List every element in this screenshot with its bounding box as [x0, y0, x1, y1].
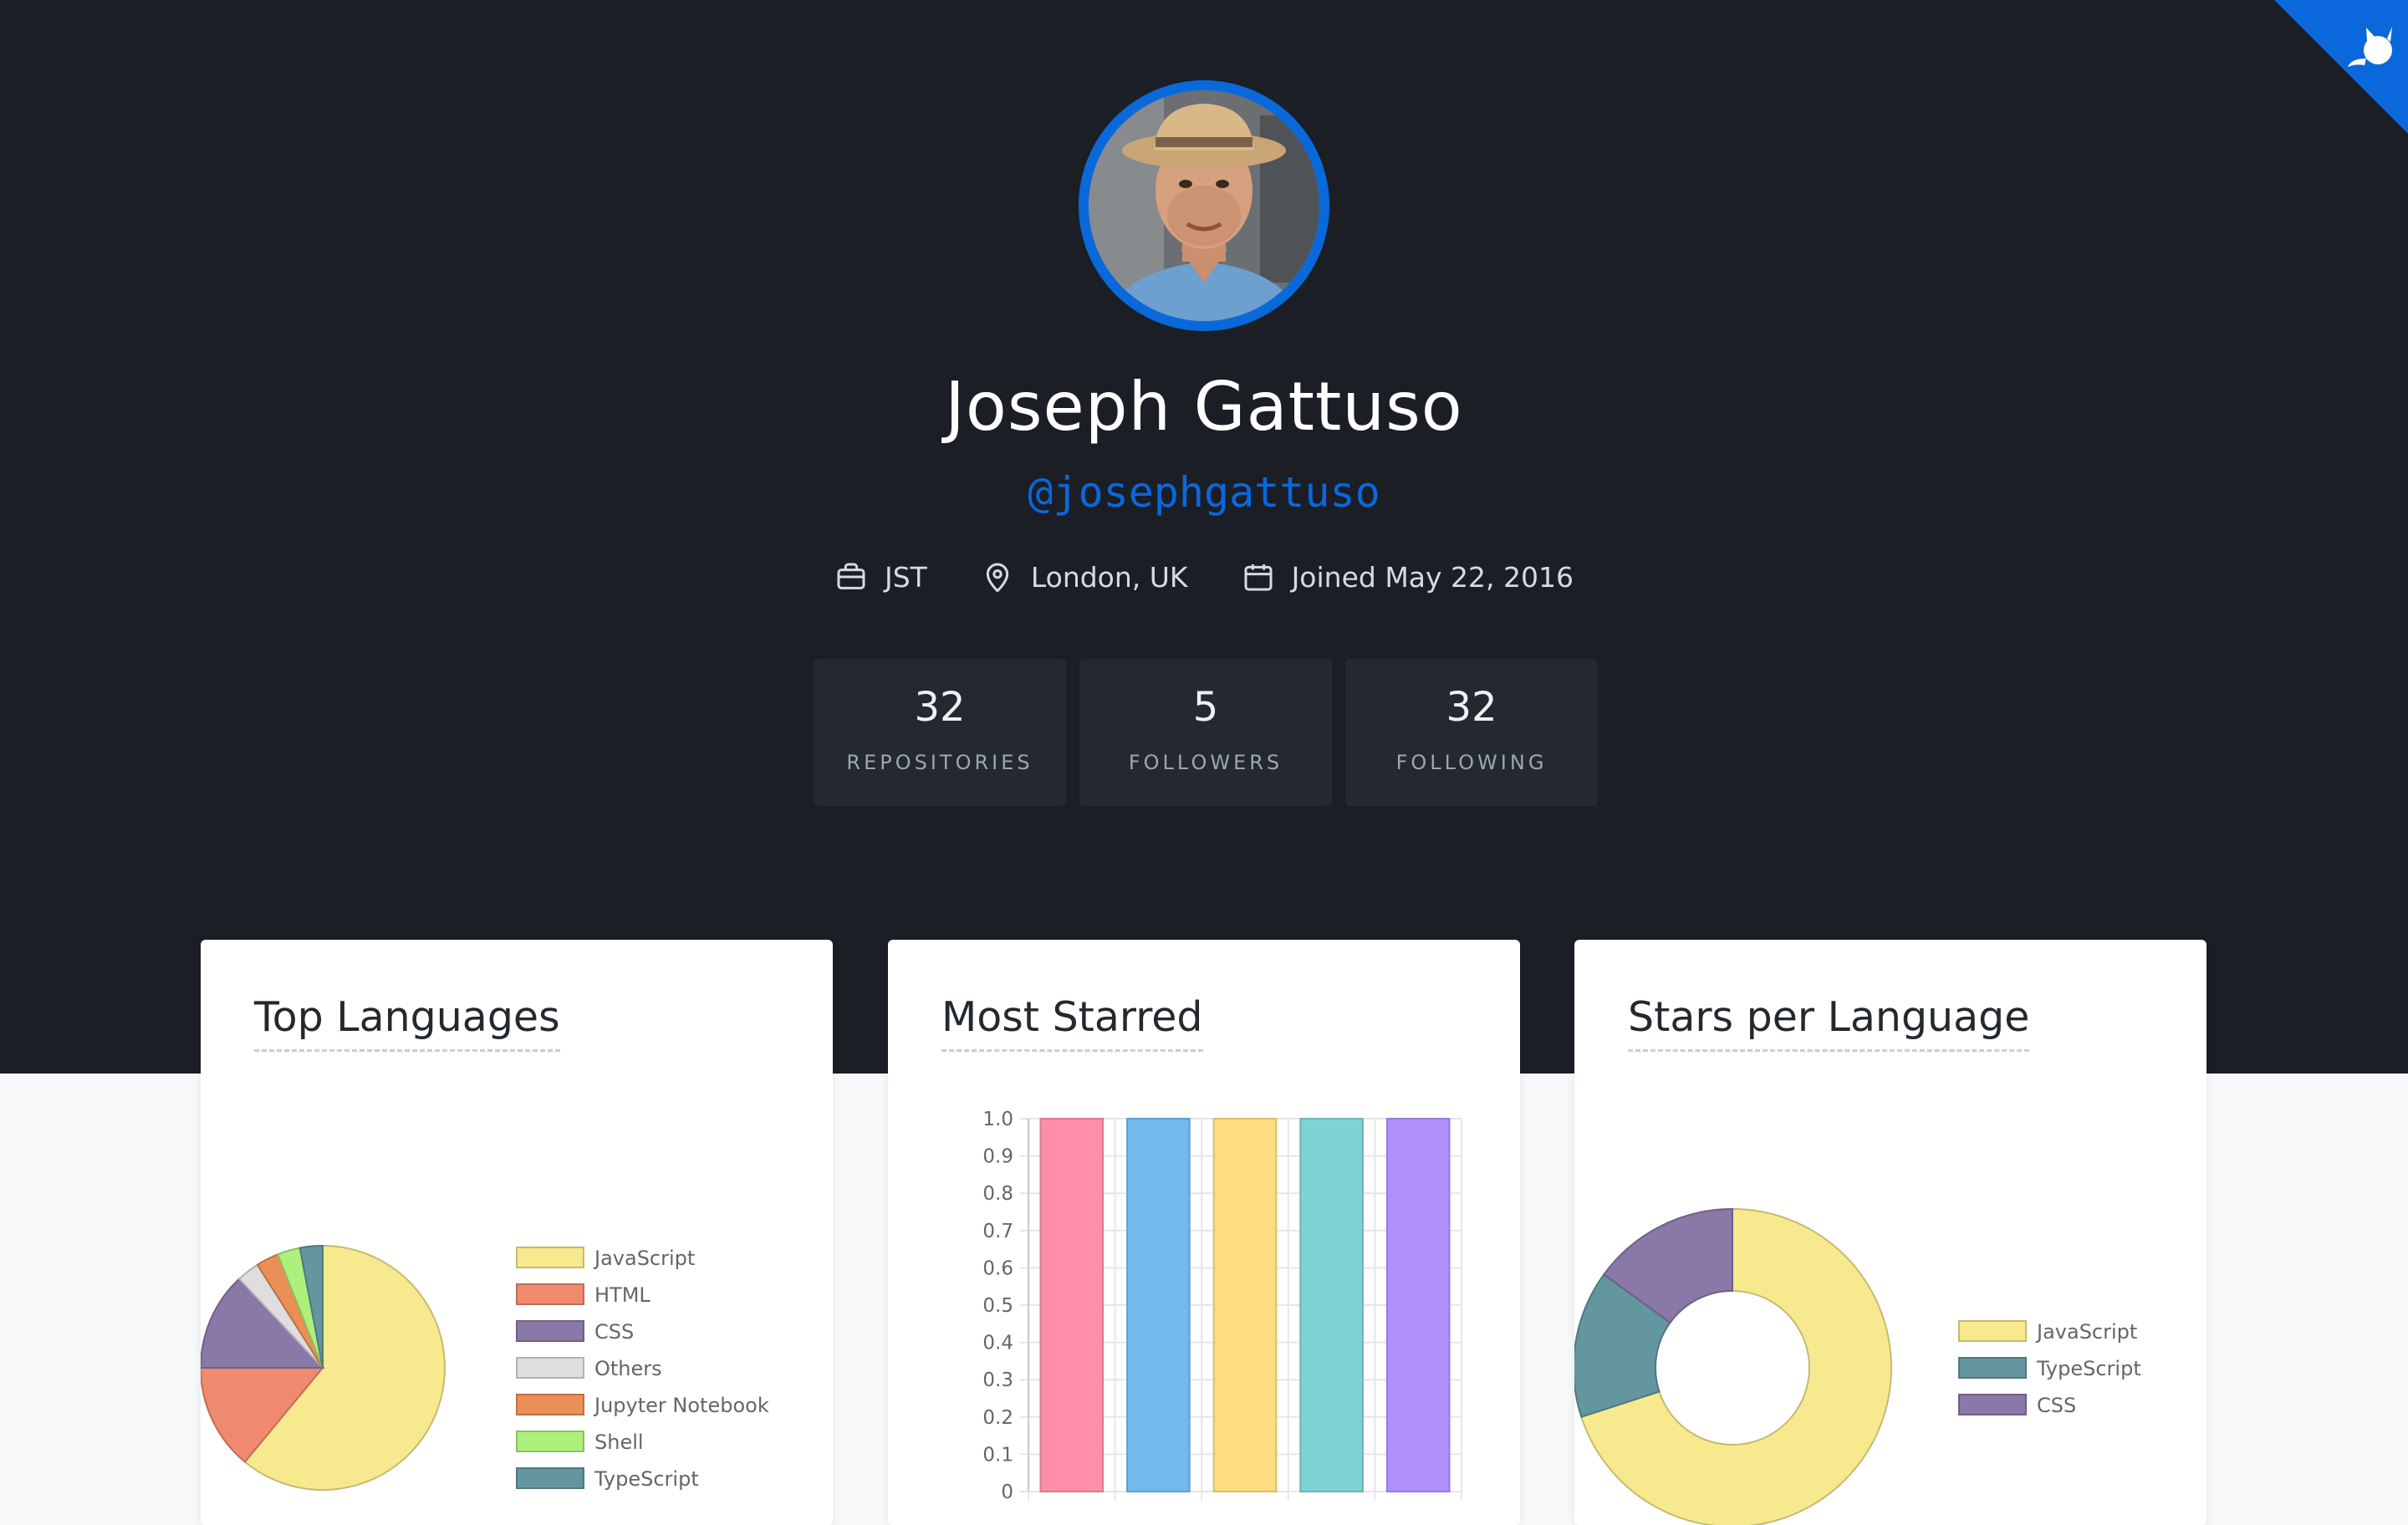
company-label: JST: [884, 560, 927, 594]
legend-swatch: [1958, 1357, 2027, 1379]
legend-label[interactable]: CSS: [2037, 1394, 2076, 1417]
legend-swatch: [516, 1247, 584, 1268]
legend-label[interactable]: CSS: [594, 1320, 634, 1344]
y-tick-label: 0.2: [982, 1407, 1013, 1429]
avatar-portrait: [1089, 90, 1319, 321]
most-starred-chart: 0 0.1 0.2 0.3 0.4 0.5 0.6 0.7 0.8 0.9 1.0: [982, 1109, 1462, 1503]
y-tick-label: 1.0: [982, 1109, 1013, 1130]
stat-repositories: 32 REPOSITORIES: [814, 659, 1066, 806]
stat-following: 32 FOLLOWING: [1345, 659, 1598, 806]
stat-followers: 5 FOLLOWERS: [1079, 659, 1332, 806]
bar[interactable]: [1126, 1118, 1191, 1492]
legend-label[interactable]: JavaScript: [2035, 1320, 2137, 1344]
legend-label[interactable]: Shell: [594, 1431, 644, 1454]
corner-ribbon: [2274, 0, 2408, 134]
card-stars-per-language: Stars per Language JavaScript TypeScript C…: [1574, 940, 2206, 1525]
y-tick-label: 0: [1001, 1482, 1013, 1503]
briefcase-icon: [837, 563, 865, 589]
legend-label[interactable]: Jupyter Notebook: [593, 1394, 769, 1417]
y-tick-label: 0.5: [982, 1295, 1013, 1317]
bar[interactable]: [1212, 1118, 1278, 1492]
top-languages-chart: JavaScript HTML CSS Others Jupyter Notebook S…: [201, 1244, 769, 1491]
y-tick-label: 0.4: [982, 1333, 1013, 1354]
legend-swatch: [516, 1357, 584, 1379]
y-tick-label: 0.6: [982, 1257, 1013, 1279]
y-tick-label: 0.1: [982, 1444, 1013, 1466]
stat-label: REPOSITORIES: [846, 751, 1033, 774]
map-pin-icon: [986, 563, 1008, 593]
profile-handle-link[interactable]: @josephgattuso: [0, 468, 2408, 517]
legend-swatch: [516, 1467, 584, 1489]
legend-swatch: [516, 1283, 584, 1305]
y-tick-label: 0.9: [982, 1146, 1013, 1168]
legend-label[interactable]: HTML: [594, 1283, 650, 1307]
meta-company: JST: [834, 560, 927, 594]
meta-joined: Joined May 22, 2016: [1242, 560, 1574, 594]
stat-label: FOLLOWERS: [1128, 751, 1283, 774]
legend-swatch: [516, 1431, 584, 1452]
y-tick-label: 0.3: [982, 1369, 1013, 1391]
y-tick-label: 0.7: [982, 1221, 1013, 1242]
profile-name: Joseph Gattuso: [945, 368, 1463, 446]
avatar: [1089, 90, 1319, 321]
legend-swatch: [516, 1320, 584, 1342]
bar[interactable]: [1385, 1118, 1451, 1492]
stat-label: FOLLOWING: [1395, 751, 1548, 774]
profile-header: Joseph Gattuso @josephgattuso JST London…: [0, 0, 2408, 1074]
location-label: London, UK: [1030, 560, 1188, 594]
bar[interactable]: [1039, 1118, 1105, 1492]
card-top-languages: Top Languages JavaScript HTML CSS Others Jup…: [201, 940, 833, 1525]
legend-label[interactable]: JavaScript: [593, 1247, 695, 1270]
legend-label[interactable]: TypeScript: [594, 1467, 699, 1491]
stats-row: 32 REPOSITORIES 5 FOLLOWERS 32 FOLLOWING: [814, 659, 1598, 806]
bar[interactable]: [1299, 1118, 1364, 1492]
y-tick-label: 0.8: [982, 1183, 1013, 1205]
legend-swatch: [1958, 1394, 2027, 1415]
legend-swatch: [1958, 1320, 2027, 1342]
stat-value: 32: [1446, 684, 1497, 731]
github-corner-link[interactable]: [2274, 0, 2408, 134]
stat-value: 32: [914, 684, 966, 731]
profile-meta: JST London, UK Joined May 22, 2016: [0, 555, 2408, 599]
stars-per-language-chart: JavaScript TypeScript CSS: [1574, 1207, 2141, 1525]
card-most-starred: Most Starred 0 0.1 0.2 0.3 0.4 0.5 0.6 0.7 0.8 0.…: [888, 940, 1520, 1525]
legend-label[interactable]: TypeScript: [2036, 1357, 2141, 1380]
legend-swatch: [516, 1394, 584, 1415]
legend-label[interactable]: Others: [594, 1357, 662, 1380]
calendar-icon: [1244, 564, 1273, 591]
joined-label: Joined May 22, 2016: [1291, 560, 1574, 594]
stat-value: 5: [1192, 684, 1219, 731]
meta-location: London, UK: [981, 560, 1188, 594]
